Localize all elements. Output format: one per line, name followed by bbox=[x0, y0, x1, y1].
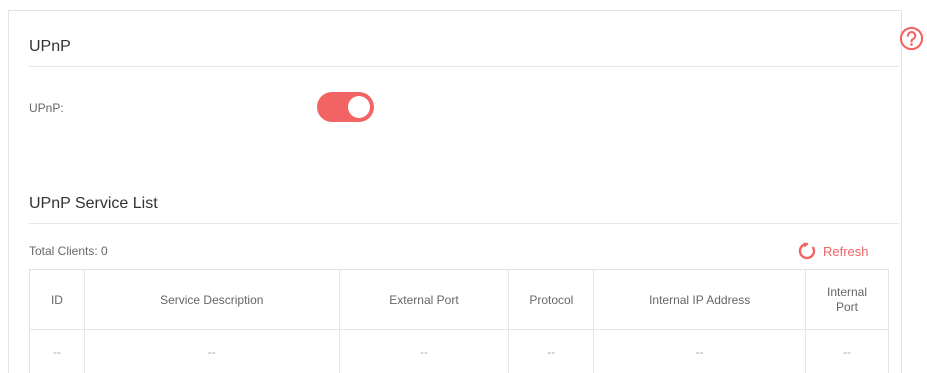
refresh-button[interactable]: Refresh bbox=[797, 241, 869, 261]
table-cell: -- bbox=[593, 329, 807, 373]
table-cell: -- bbox=[29, 329, 85, 373]
table-cell: -- bbox=[508, 329, 595, 373]
column-header: Internal Port bbox=[826, 284, 868, 314]
upnp-service-table: ID Service Description External Port Pro… bbox=[29, 269, 889, 373]
table-cell: -- bbox=[84, 329, 340, 373]
table-header-row: ID Service Description External Port Pro… bbox=[29, 269, 889, 330]
column-header: Internal IP Address bbox=[593, 269, 807, 330]
upnp-field-label: UPnP: bbox=[29, 101, 64, 115]
refresh-icon bbox=[798, 242, 816, 260]
table-row: -- -- -- -- -- -- bbox=[29, 329, 889, 373]
column-header: Protocol bbox=[508, 269, 595, 330]
divider bbox=[29, 223, 899, 224]
total-clients: Total Clients: 0 bbox=[29, 244, 108, 258]
column-header: Service Description bbox=[84, 269, 340, 330]
column-header: ID bbox=[29, 269, 85, 330]
table-cell: -- bbox=[339, 329, 510, 373]
service-list-title: UPnP Service List bbox=[29, 195, 158, 212]
total-clients-label: Total Clients: 0 bbox=[29, 244, 108, 258]
upnp-section-title: UPnP bbox=[29, 38, 71, 55]
table-cell: -- bbox=[843, 344, 851, 359]
column-header: External Port bbox=[339, 269, 510, 330]
upnp-panel: UPnP UPnP: UPnP Service List Total Clien… bbox=[8, 10, 902, 373]
divider bbox=[29, 66, 899, 67]
refresh-label: Refresh bbox=[823, 243, 869, 259]
toggle-knob bbox=[348, 96, 370, 118]
help-icon[interactable] bbox=[899, 26, 924, 51]
upnp-toggle[interactable] bbox=[317, 92, 374, 122]
